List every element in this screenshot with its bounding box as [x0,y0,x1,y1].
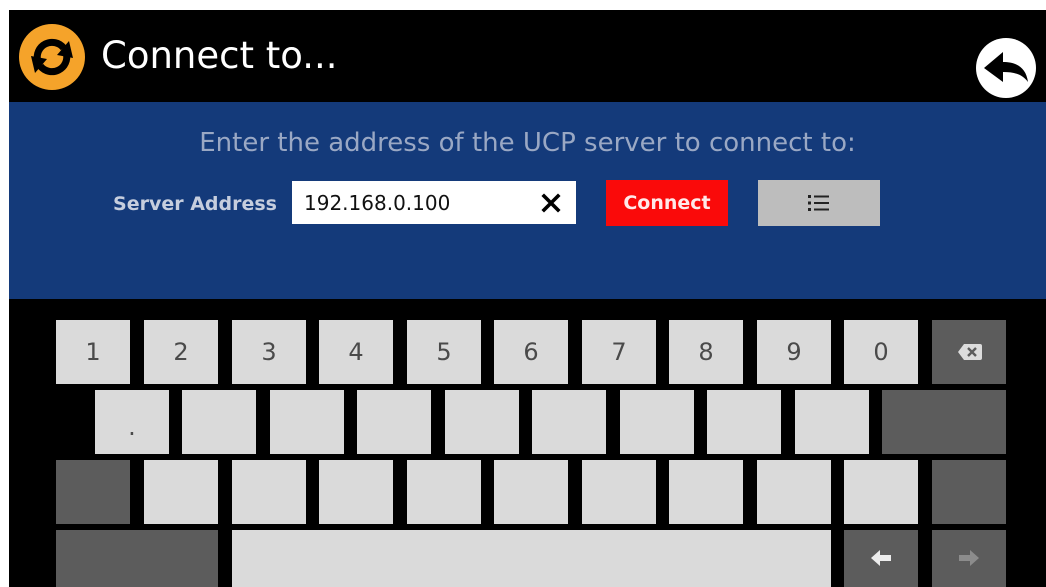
key-row3-9[interactable] [757,460,831,524]
key-6[interactable]: 6 [494,320,568,384]
arrow-left-icon [871,550,891,566]
sync-icon [31,38,73,76]
enter-key[interactable] [882,390,1006,454]
backspace-icon [958,344,982,360]
key-row3-10[interactable] [844,460,918,524]
header-bar: Connect to... [9,10,1046,102]
key-row3-6[interactable] [494,460,568,524]
key-period[interactable]: . [95,390,169,454]
shift-key[interactable] [56,460,130,524]
key-row2-5[interactable] [445,390,519,454]
key-row2-3[interactable] [270,390,344,454]
key-2[interactable]: 2 [144,320,218,384]
connect-button[interactable]: Connect [606,180,728,226]
app-screen: Connect to... Enter the address of the U… [9,10,1046,587]
sync-button[interactable] [19,24,85,90]
server-address-label: Server Address [113,193,277,215]
cursor-right-key[interactable] [932,530,1006,587]
key-row2-8[interactable] [707,390,781,454]
key-5[interactable]: 5 [407,320,481,384]
key-row2-9[interactable] [795,390,869,454]
cursor-left-key[interactable] [844,530,918,587]
key-row2-6[interactable] [532,390,606,454]
key-row3-7[interactable] [582,460,656,524]
key-3[interactable]: 3 [232,320,306,384]
backspace-key[interactable] [932,320,1006,384]
key-4[interactable]: 4 [319,320,393,384]
key-9[interactable]: 9 [757,320,831,384]
mode-key[interactable] [56,530,218,587]
key-row3-11[interactable] [932,460,1006,524]
key-row3-5[interactable] [407,460,481,524]
key-row2-7[interactable] [620,390,694,454]
connect-panel: Enter the address of the UCP server to c… [9,102,1046,299]
clear-address-button[interactable] [538,190,564,216]
list-icon [808,195,829,211]
key-1[interactable]: 1 [56,320,130,384]
server-list-button[interactable] [758,180,880,226]
key-row3-4[interactable] [319,460,393,524]
on-screen-keyboard: 1 2 3 4 5 6 7 8 9 0 . [9,299,1046,587]
key-0[interactable]: 0 [844,320,918,384]
connect-prompt: Enter the address of the UCP server to c… [199,128,856,158]
key-row3-8[interactable] [669,460,743,524]
key-row2-2[interactable] [182,390,256,454]
key-row2-4[interactable] [357,390,431,454]
space-key[interactable] [232,530,831,587]
back-arrow-icon [984,52,1028,82]
key-8[interactable]: 8 [669,320,743,384]
close-icon [541,193,561,213]
back-button[interactable] [976,38,1036,98]
arrow-right-icon [959,550,979,566]
key-row3-3[interactable] [232,460,306,524]
server-address-field [292,181,576,224]
page-title: Connect to... [101,34,338,77]
server-address-input[interactable] [292,181,532,224]
key-7[interactable]: 7 [582,320,656,384]
key-row3-2[interactable] [144,460,218,524]
